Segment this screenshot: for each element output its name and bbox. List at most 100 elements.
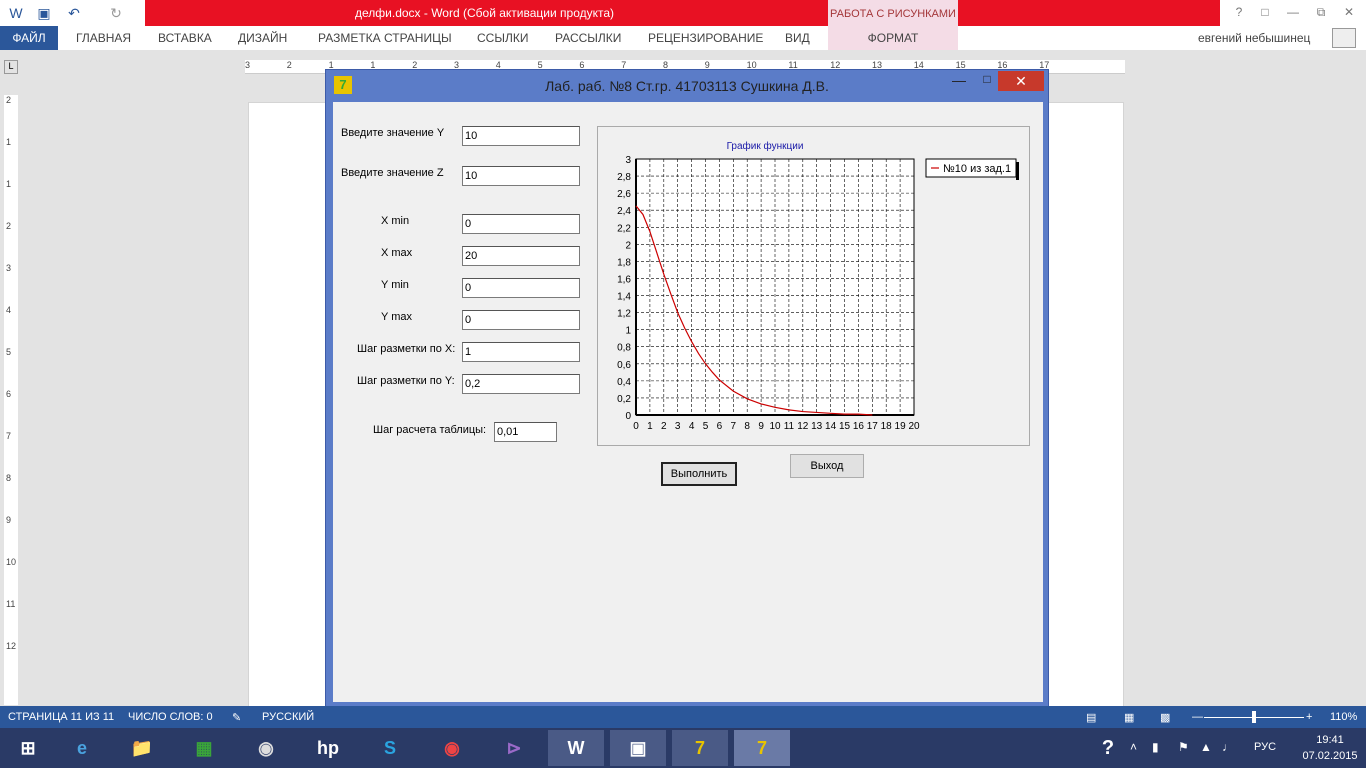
y-tick-label: 2	[625, 240, 631, 251]
exit-button[interactable]: Выход	[790, 454, 864, 478]
read-mode-icon[interactable]: ▤	[1086, 711, 1096, 724]
label-z: Введите значение Z	[341, 167, 444, 179]
start-icon[interactable]: ⊞	[0, 730, 56, 766]
input-xmax[interactable]: 20	[462, 246, 580, 266]
undo-icon[interactable]: ↶	[64, 3, 84, 23]
word-taskbar-icon[interactable]: W	[548, 730, 604, 766]
network-icon[interactable]: ▲	[1200, 740, 1212, 754]
legend-label: №10 из зад.1	[943, 163, 1011, 175]
tab-references[interactable]: ССЫЛКИ	[477, 26, 528, 50]
ruler-v-tick: 7	[6, 431, 12, 441]
delphi-app-taskbar-icon[interactable]: 7	[734, 730, 790, 766]
label-ymax: Y max	[381, 311, 412, 323]
vertical-ruler[interactable]: 2 1 1 2 3 4 5 6 7 8 9 10 11 12	[4, 95, 18, 705]
label-ymin: Y min	[381, 279, 409, 291]
word-app-icon[interactable]: W	[6, 3, 26, 23]
x-tick-label: 15	[839, 421, 851, 432]
y-tick-label: 1,2	[617, 309, 631, 320]
input-language[interactable]: РУС	[1254, 741, 1276, 753]
tray-arrow-icon[interactable]: ˄	[1130, 740, 1137, 754]
print-layout-icon[interactable]: ▦	[1124, 711, 1134, 724]
chart-panel: График функции 0 1 2 3 4 5 6 7 8 9 10 11 12 13 14 15 16 17…	[597, 126, 1030, 446]
zoom-thumb[interactable]	[1252, 711, 1256, 723]
explorer-icon[interactable]: 📁	[114, 730, 170, 766]
tab-page-layout[interactable]: РАЗМЕТКА СТРАНИЦЫ	[318, 26, 452, 50]
x-tick-label: 4	[689, 421, 695, 432]
label-step-x: Шаг разметки по X:	[357, 343, 456, 355]
input-y[interactable]: 10	[462, 126, 580, 146]
x-tick-label: 8	[744, 421, 750, 432]
zoom-in-icon[interactable]: +	[1306, 711, 1312, 723]
save-icon[interactable]: ▣	[34, 3, 54, 23]
zoom-out-icon[interactable]: —	[1192, 711, 1203, 723]
tab-home[interactable]: ГЛАВНАЯ	[76, 26, 131, 50]
tab-insert[interactable]: ВСТАВКА	[158, 26, 212, 50]
delphi-window-title: Лаб. раб. №8 Ст.гр. 41703113 Сушкина Д.В…	[545, 78, 829, 94]
tab-selector[interactable]: L	[4, 60, 18, 74]
ie-icon[interactable]: e	[54, 730, 110, 766]
y-tick-label: 0,4	[617, 377, 631, 388]
dialog-maximize-icon[interactable]: □	[974, 72, 1000, 92]
y-tick-label: 0	[625, 411, 631, 422]
page-count[interactable]: СТРАНИЦА 11 ИЗ 11	[8, 711, 114, 723]
delphi-taskbar-icon[interactable]: 7	[672, 730, 728, 766]
legend-shadow	[1016, 162, 1019, 180]
minimize-icon[interactable]: —	[1282, 3, 1304, 21]
x-tick-label: 17	[867, 421, 879, 432]
input-xmin[interactable]: 0	[462, 214, 580, 234]
hp-icon[interactable]: hp	[300, 730, 356, 766]
input-ymax[interactable]: 0	[462, 310, 580, 330]
tab-view[interactable]: ВИД	[785, 26, 810, 50]
close-icon[interactable]: ✕	[1338, 3, 1360, 21]
run-button[interactable]: Выполнить	[661, 462, 737, 486]
picture-tools-label: РАБОТА С РИСУНКАМИ	[828, 0, 958, 26]
clock[interactable]: 19:41 07.02.2015	[1300, 732, 1360, 764]
input-step-table[interactable]: 0,01	[494, 422, 557, 442]
clock-date: 07.02.2015	[1302, 750, 1358, 762]
battery-icon[interactable]: ▮	[1152, 740, 1159, 754]
tab-file[interactable]: ФАЙЛ	[0, 26, 58, 50]
avatar[interactable]	[1332, 28, 1356, 48]
tab-review[interactable]: РЕЦЕНЗИРОВАНИЕ	[648, 26, 763, 50]
dialog-minimize-icon[interactable]: —	[946, 72, 972, 92]
dialog-close-icon[interactable]: ✕	[998, 71, 1044, 91]
input-z[interactable]: 10	[462, 166, 580, 186]
store-icon[interactable]: ▦	[176, 730, 232, 766]
redo-icon[interactable]: ↻	[106, 3, 126, 23]
ruler-v-tick: 6	[6, 389, 12, 399]
x-tick-label: 11	[784, 421, 795, 432]
input-step-x[interactable]: 1	[462, 342, 580, 362]
ribbon-display-icon[interactable]: □	[1254, 3, 1276, 21]
ruler-v-tick: 3	[6, 263, 12, 273]
y-tick-label: 0,8	[617, 343, 631, 354]
language[interactable]: РУССКИЙ	[262, 711, 314, 723]
volume-icon[interactable]: ♩	[1222, 740, 1234, 754]
word-count[interactable]: ЧИСЛО СЛОВ: 0	[128, 711, 213, 723]
x-tick-label: 13	[811, 421, 823, 432]
y-tick-label: 1	[625, 326, 631, 337]
skype-icon[interactable]: S	[362, 730, 418, 766]
save-taskbar-icon[interactable]: ▣	[610, 730, 666, 766]
web-layout-icon[interactable]: ▩	[1160, 711, 1170, 724]
user-name[interactable]: евгений небышинец	[1198, 26, 1310, 50]
camera-icon[interactable]: ◉	[238, 730, 294, 766]
help-tray-icon[interactable]: ?	[1080, 730, 1136, 766]
proofing-icon[interactable]: ✎	[232, 711, 241, 724]
y-tick-label: 2,6	[617, 189, 631, 200]
function-chart: График функции0 1 2 3 4 5 6 7 8 9 10 11 12 13 14 15 16 17…	[617, 140, 1019, 432]
input-ymin[interactable]: 0	[462, 278, 580, 298]
tab-format[interactable]: ФОРМАТ	[828, 26, 958, 50]
ruler-v-tick: 2	[6, 221, 12, 231]
visual-studio-icon[interactable]: ⊳	[486, 730, 542, 766]
tab-mailings[interactable]: РАССЫЛКИ	[555, 26, 621, 50]
help-icon[interactable]: ?	[1228, 3, 1250, 21]
ruler-v-tick: 5	[6, 347, 12, 357]
chrome-icon[interactable]: ◉	[424, 730, 480, 766]
restore-icon[interactable]: ⧉	[1310, 3, 1332, 21]
zoom-level[interactable]: 110%	[1330, 711, 1357, 723]
y-tick-label: 0,2	[617, 394, 631, 405]
tab-design[interactable]: ДИЗАЙН	[238, 26, 287, 50]
flag-icon[interactable]: ⚑	[1178, 740, 1189, 754]
input-step-y[interactable]: 0,2	[462, 374, 580, 394]
label-xmax: X max	[381, 247, 413, 259]
